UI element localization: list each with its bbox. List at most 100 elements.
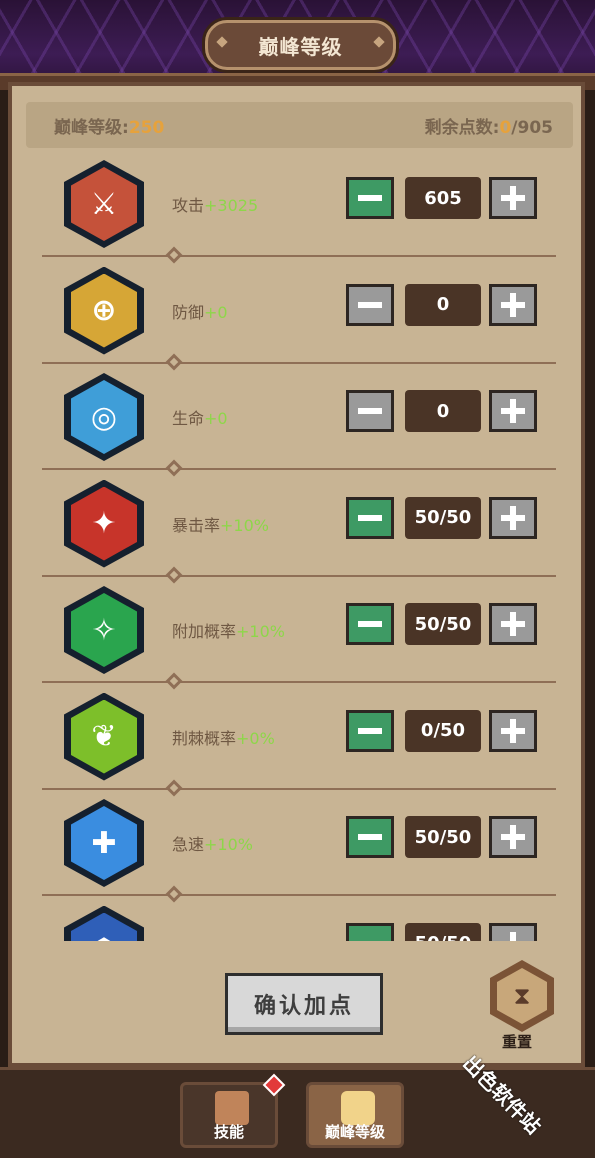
crit-crystal-icon: ✦	[71, 486, 137, 561]
stat-icon-frame: ✦	[64, 479, 144, 568]
stat-bonus: +10%	[204, 835, 253, 854]
stat-label: 暴击率+10%	[172, 512, 269, 536]
decrease-button[interactable]	[346, 709, 394, 752]
decrease-button[interactable]	[346, 922, 394, 941]
stat-row: ◎ 生命+0 0	[12, 367, 581, 477]
stat-bonus: +10%	[236, 622, 285, 641]
stat-bonus: +0	[204, 409, 228, 428]
stat-label: 能量恢复提升+10%	[172, 938, 317, 942]
stat-label: 急速+10%	[172, 831, 253, 855]
decrease-button[interactable]	[346, 816, 394, 858]
stat-name: 生命	[172, 409, 205, 428]
stat-bonus: +3025	[204, 196, 259, 215]
stat-value: 605	[405, 177, 481, 219]
confirm-points-button[interactable]: 确认加点	[225, 973, 383, 1035]
stat-name: 附加概率	[172, 622, 237, 641]
plus-icon	[501, 186, 525, 210]
stats-panel: 巅峰等级:250 剩余点数:0/905 ⚔ 攻击+3025 605 ⊕ 防御+0…	[8, 82, 585, 1067]
row-divider	[42, 566, 556, 583]
tab-peak-level[interactable]: 巅峰等级	[306, 1082, 404, 1148]
stat-value: 50/50	[405, 603, 481, 645]
stat-row: ✧ 附加概率+10% 50/50	[12, 580, 581, 690]
tab-skills[interactable]: 技能	[180, 1082, 278, 1148]
haste-icon: ✚	[71, 806, 137, 880]
increase-button[interactable]	[489, 496, 537, 539]
plus-icon	[501, 825, 525, 849]
stat-bonus: +10%	[220, 515, 269, 535]
reset-button[interactable]: ⧗	[490, 960, 554, 1032]
points-total: /905	[511, 117, 553, 138]
row-divider	[42, 885, 556, 903]
stat-name: 攻击	[172, 196, 205, 215]
title-gem-right	[373, 36, 385, 48]
stat-value: 50/50	[405, 922, 481, 941]
heart-target-icon: ◎	[71, 380, 137, 454]
increase-button[interactable]	[489, 283, 537, 326]
thorn-icon: ❦	[71, 699, 137, 774]
level-value: 250	[128, 117, 165, 138]
increase-button[interactable]	[489, 603, 537, 645]
minus-icon	[358, 408, 382, 414]
stat-name: 防御	[172, 302, 205, 322]
energy-icon: ☗	[71, 912, 137, 941]
stat-row: ❦ 荆棘概率+0% 0/50	[12, 687, 581, 796]
stat-label: 防御+0	[172, 299, 228, 323]
sword-icon: ⚔	[71, 167, 137, 241]
stat-row: ⊕ 防御+0 0	[12, 261, 581, 370]
tab-skills-label: 技能	[213, 1123, 244, 1141]
increase-button[interactable]	[489, 922, 537, 941]
title-gem-left	[216, 36, 228, 48]
decrease-button[interactable]	[346, 603, 394, 645]
header: 巅峰等级	[0, 0, 595, 90]
peak-level-icon	[341, 1091, 375, 1125]
level-label: 巅峰等级:	[54, 117, 129, 138]
stat-icon-frame: ☗	[64, 905, 144, 941]
summary-bar: 巅峰等级:250 剩余点数:0/905	[26, 102, 573, 148]
stat-row: ☗ 能量恢复提升+10% 50/50	[12, 900, 581, 942]
increase-button[interactable]	[489, 177, 537, 219]
stat-row: ✦ 暴击率+10% 50/50	[12, 474, 581, 583]
minus-icon	[358, 940, 382, 941]
increase-button[interactable]	[489, 709, 537, 752]
stat-icon-frame: ⚔	[64, 160, 144, 248]
title-plate: 巅峰等级	[205, 20, 396, 70]
tab-peak-level-label: 巅峰等级	[324, 1123, 385, 1141]
minus-icon	[358, 514, 382, 521]
stat-row: ⚔ 攻击+3025 605	[12, 154, 581, 264]
reset-label: 重置	[502, 1033, 533, 1051]
stat-name: 暴击率	[172, 515, 221, 535]
decrease-button[interactable]	[346, 283, 394, 326]
plus-icon	[501, 399, 525, 423]
plus-icon	[501, 505, 525, 530]
green-crystal-icon: ✧	[71, 593, 137, 667]
stat-value: 0	[405, 390, 481, 432]
decrease-button[interactable]	[346, 496, 394, 539]
stat-list[interactable]: ⚔ 攻击+3025 605 ⊕ 防御+0 0 ◎ 生命+0 0 ✦ 暴击率+10…	[12, 154, 581, 941]
points-remaining: 0	[499, 117, 512, 138]
stat-label: 附加概率+10%	[172, 618, 285, 642]
decrease-button[interactable]	[346, 390, 394, 432]
increase-button[interactable]	[489, 390, 537, 432]
row-divider	[42, 459, 556, 477]
minus-icon	[358, 727, 382, 734]
decrease-button[interactable]	[346, 177, 394, 219]
stat-value: 0	[405, 283, 481, 326]
stat-icon-frame: ✧	[64, 586, 144, 674]
plus-icon	[501, 612, 525, 636]
minus-icon	[358, 834, 382, 840]
level-summary: 巅峰等级:250	[54, 113, 164, 138]
points-label: 剩余点数:	[424, 117, 500, 138]
stat-icon-frame: ⊕	[64, 266, 144, 355]
stat-icon-frame: ◎	[64, 373, 144, 461]
increase-button[interactable]	[489, 816, 537, 858]
row-divider	[42, 246, 556, 264]
shield-icon: ⊕	[71, 273, 137, 348]
stat-value: 50/50	[405, 496, 481, 539]
plus-icon	[501, 931, 525, 941]
stat-icon-frame: ✚	[64, 799, 144, 887]
plus-icon	[501, 292, 525, 317]
plus-icon	[501, 718, 525, 743]
stat-name: 荆棘概率	[172, 728, 237, 748]
stat-bonus: +0	[204, 302, 228, 322]
points-summary: 剩余点数:0/905	[425, 113, 553, 138]
